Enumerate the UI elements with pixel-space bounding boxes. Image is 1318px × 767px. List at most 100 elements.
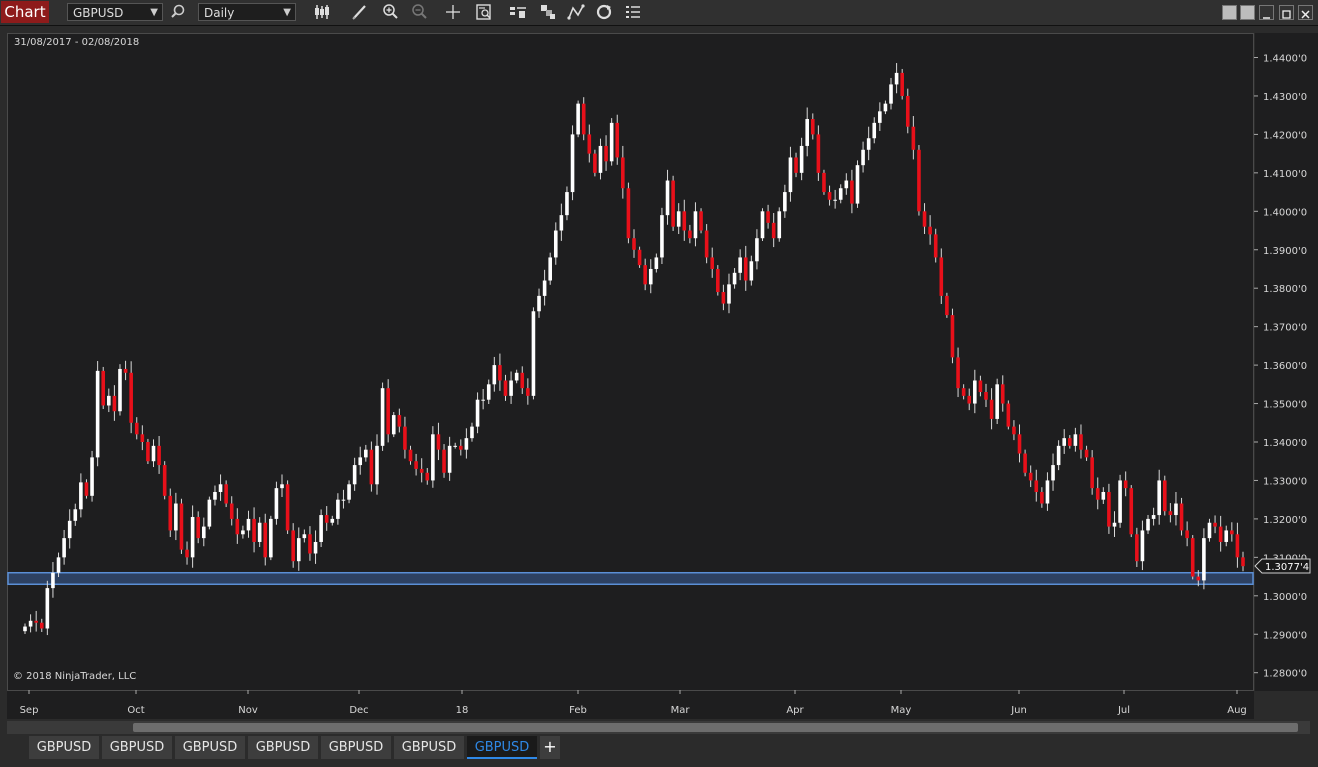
- candle-down: [961, 388, 966, 396]
- candle-down: [369, 449, 374, 485]
- candle-down: [1040, 491, 1044, 504]
- candle-up: [73, 509, 78, 521]
- candle-down: [39, 622, 44, 629]
- candle-up: [1045, 480, 1050, 504]
- candle-up: [1157, 480, 1161, 516]
- candle-up: [648, 268, 653, 285]
- candle-up: [883, 103, 888, 112]
- candle-up: [330, 518, 335, 523]
- candle-up: [1174, 503, 1178, 516]
- candle-down: [498, 365, 502, 381]
- candle-down: [604, 145, 608, 162]
- price-tick-label: 1.3300'0: [1263, 476, 1307, 487]
- candle-down: [34, 620, 38, 623]
- candle-down: [419, 468, 424, 473]
- support-zone: [7, 571, 1254, 586]
- candle-up: [844, 180, 849, 189]
- candle-up: [755, 238, 759, 262]
- time-tick-label: Jun: [1010, 705, 1027, 716]
- candle-up: [1140, 530, 1145, 562]
- candle-down: [425, 472, 430, 481]
- candle-up: [531, 311, 536, 396]
- candle-down: [185, 549, 189, 558]
- candle-down: [129, 372, 133, 423]
- candle-down: [84, 482, 89, 496]
- tab-gbpusd-6[interactable]: GBPUSD: [394, 736, 464, 759]
- candle-up: [375, 445, 379, 485]
- candle-up: [486, 384, 491, 400]
- candle-up: [352, 465, 357, 485]
- candle-down: [1129, 488, 1134, 535]
- candle-up: [1207, 522, 1212, 539]
- candle-up: [783, 192, 787, 212]
- add-tab-button[interactable]: +: [540, 736, 560, 759]
- candle-up: [866, 138, 871, 150]
- candle-up: [542, 280, 547, 296]
- candle-up: [509, 380, 513, 396]
- candle-up: [118, 368, 122, 412]
- price-tick-label: 1.4300'0: [1263, 92, 1307, 103]
- candle-up: [336, 499, 340, 519]
- last-price-label: 1.3077'4: [1265, 562, 1309, 573]
- candle-down: [688, 230, 692, 239]
- candle-down: [196, 516, 201, 539]
- candle-down: [939, 257, 944, 296]
- candle-down: [850, 180, 854, 204]
- candle-down: [905, 95, 910, 127]
- candle-down: [123, 368, 128, 373]
- candle-up: [676, 211, 681, 227]
- candle-down: [442, 449, 446, 473]
- candle-down: [1213, 522, 1217, 527]
- candle-up: [313, 541, 318, 554]
- tab-gbpusd-3[interactable]: GBPUSD: [175, 736, 245, 759]
- time-tick-label: Nov: [238, 705, 258, 716]
- candle-down: [1135, 534, 1139, 562]
- candle-down: [822, 172, 826, 193]
- time-tick-label: Sep: [20, 705, 39, 716]
- candle-down: [1196, 576, 1201, 581]
- candle-up: [894, 72, 899, 85]
- candle-up: [995, 384, 999, 419]
- scrollbar-thumb[interactable]: [133, 723, 1298, 732]
- candle-down: [1090, 457, 1094, 489]
- candle-down: [933, 234, 938, 258]
- candle-up: [319, 515, 323, 542]
- candle-up: [1224, 530, 1229, 542]
- candle-down: [1006, 403, 1011, 427]
- candle-up: [347, 484, 351, 500]
- candle-up: [341, 499, 346, 501]
- candle-down: [816, 134, 821, 173]
- candle-down: [743, 257, 748, 281]
- tab-gbpusd-5[interactable]: GBPUSD: [321, 736, 391, 759]
- candle-up: [727, 284, 731, 304]
- candle-up: [257, 522, 262, 542]
- candle-down: [721, 292, 726, 304]
- tab-gbpusd-active[interactable]: GBPUSD: [467, 736, 537, 759]
- candle-down: [794, 157, 798, 173]
- candle-up: [889, 84, 893, 104]
- candle-down: [1067, 438, 1072, 446]
- candle-down: [626, 188, 631, 239]
- candle-up: [380, 388, 385, 446]
- time-tick-label: Dec: [349, 705, 368, 716]
- tab-gbpusd-2[interactable]: GBPUSD: [102, 736, 172, 759]
- price-tick-label: 1.3600'0: [1263, 361, 1307, 372]
- candle-up: [654, 257, 659, 269]
- candle-up: [364, 449, 368, 458]
- candle-up: [246, 518, 251, 531]
- tab-gbpusd-1[interactable]: GBPUSD: [29, 736, 99, 759]
- candle-up: [855, 165, 860, 204]
- candle-down: [224, 484, 228, 504]
- time-tick-label: Aug: [1227, 705, 1247, 716]
- candle-up: [660, 215, 664, 258]
- tab-gbpusd-4[interactable]: GBPUSD: [248, 736, 318, 759]
- candle-down: [408, 449, 413, 462]
- candle-up: [492, 365, 497, 385]
- candle-down: [520, 372, 525, 389]
- candle-up: [609, 122, 614, 162]
- candle-up: [1062, 438, 1067, 446]
- candle-down: [716, 268, 720, 293]
- candle-up: [274, 488, 279, 519]
- candle-down: [827, 192, 832, 200]
- candle-down: [928, 226, 932, 235]
